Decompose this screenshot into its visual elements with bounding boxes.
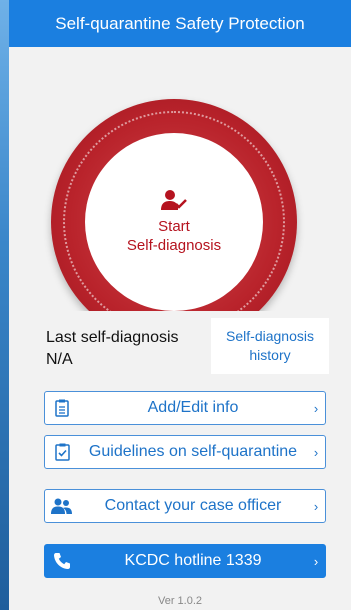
start-label-line1: Start [158,218,190,235]
contact-officer-button[interactable]: Contact your case officer › [44,489,326,523]
people-icon [45,498,79,514]
chevron-right-icon: › [313,553,319,569]
chevron-right-icon: › [313,400,319,416]
last-diagnosis-value: N/A [46,351,73,368]
app-screen: Self-quarantine Safety Protection Start … [9,0,351,610]
history-label-line1: Self-diagnosis [226,328,314,344]
contact-officer-label: Contact your case officer [104,497,282,514]
checklist-icon [45,443,79,461]
person-check-icon [161,190,187,210]
chevron-right-icon: › [313,498,319,514]
chevron-right-icon: › [313,444,319,460]
kcdc-hotline-label: KCDC hotline 1339 [124,552,262,569]
kcdc-hotline-button[interactable]: KCDC hotline 1339 › [44,544,326,578]
clipboard-icon [45,399,79,417]
app-header: Self-quarantine Safety Protection [9,0,351,47]
actions-panel: Last self-diagnosis N/A Self-diagnosis h… [9,311,351,610]
history-button[interactable]: Self-diagnosis history [211,318,329,374]
phone-icon [45,552,79,570]
background-strip [0,0,9,610]
version-text: Ver 1.0.2 [157,595,203,607]
guidelines-button[interactable]: Guidelines on self-quarantine › [44,435,326,469]
history-label-line2: history [249,347,291,363]
app-title: Self-quarantine Safety Protection [55,13,305,33]
start-self-diagnosis-button[interactable]: Start Self-diagnosis [85,133,263,311]
add-edit-info-button[interactable]: Add/Edit info › [44,391,326,425]
guidelines-label: Guidelines on self-quarantine [88,443,298,460]
start-label-line2: Self-diagnosis [126,237,222,254]
hero-section: Start Self-diagnosis [9,47,351,311]
add-edit-info-label: Add/Edit info [147,399,239,416]
last-diagnosis-label: Last self-diagnosis [46,329,179,346]
